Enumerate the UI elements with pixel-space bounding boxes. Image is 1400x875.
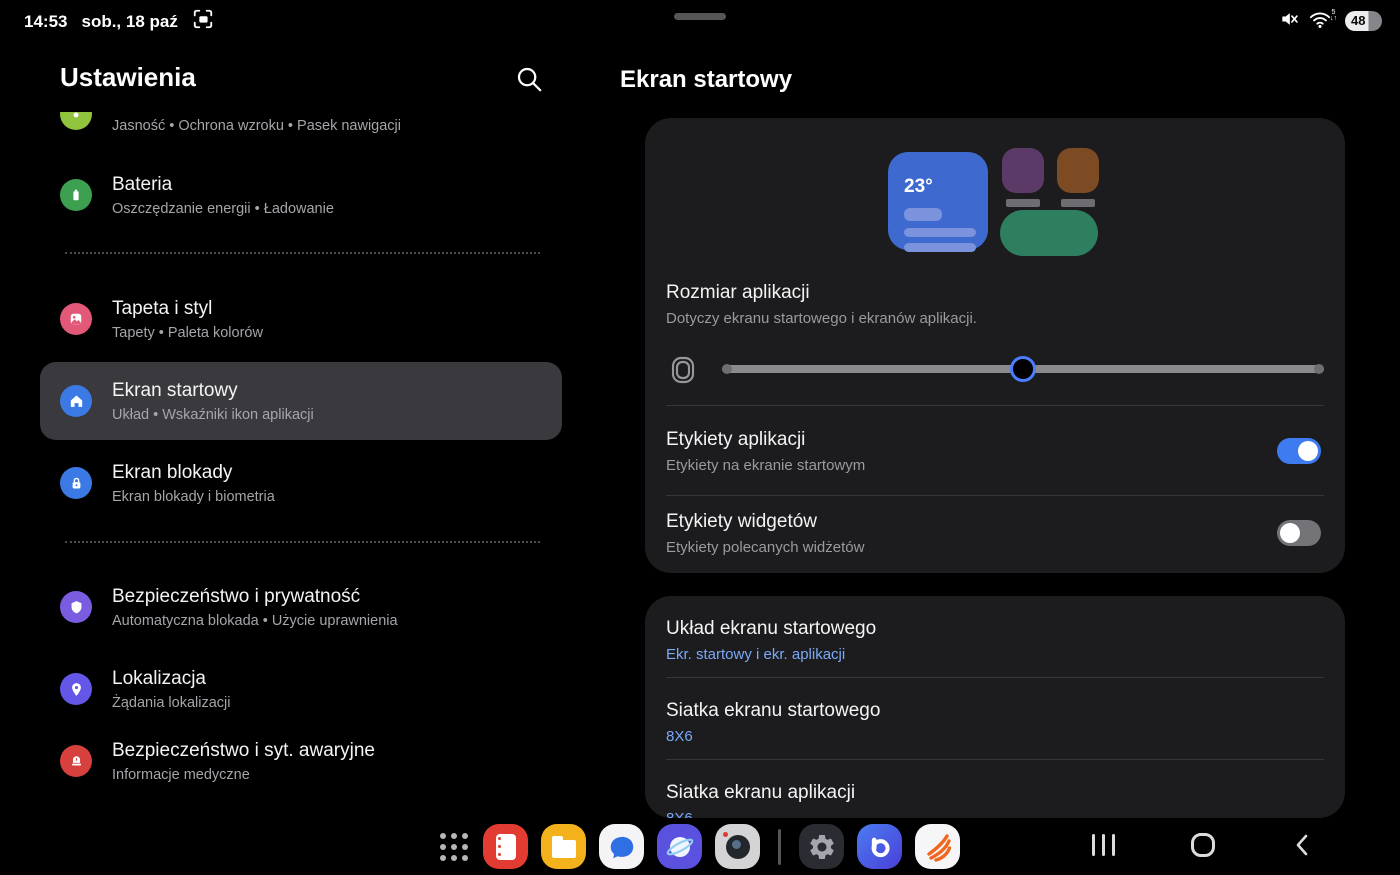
app-labels-subtitle: Etykiety na ekranie startowym [666,457,865,474]
card-divider [666,405,1324,406]
sidebar-item-title: Ekran blokady [112,462,275,484]
sidebar-item-title: Ekran startowy [112,380,314,402]
lock-icon [60,467,92,499]
back-button[interactable] [1291,832,1315,858]
shield-icon [60,591,92,623]
search-button[interactable] [514,64,546,96]
home-icon [60,385,92,417]
display-icon [60,112,92,130]
widget-labels-title: Etykiety widgetów [666,511,817,533]
slider-thumb[interactable] [1010,356,1036,382]
wifi-band-label: 5↓↑ [1330,10,1337,22]
sidebar-item-battery[interactable]: Bateria Oszczędzanie energii • Ładowanie [40,156,562,234]
battery-percent: 48 [1351,13,1365,28]
my-files-icon[interactable] [541,824,586,869]
sidebar-item-subtitle: Ekran blokady i biometria [112,489,275,505]
sidebar-item-title: Lokalizacja [112,668,230,690]
taskbar [438,824,960,869]
app-size-slider[interactable] [722,365,1324,373]
sidebar-item-title: Bateria [112,174,334,196]
app-label-preview [1061,199,1095,207]
recents-button[interactable] [1092,834,1115,856]
sidebar-item-subtitle: Układ • Wskaźniki ikon aplikacji [112,407,314,423]
widget-labels-subtitle: Etykiety polecanych widżetów [666,539,864,556]
pill-widget-preview [1000,210,1098,256]
samsung-notes-icon[interactable] [483,824,528,869]
internet-browser-icon[interactable] [657,824,702,869]
layout-row-title[interactable]: Układ ekranu startowego [666,618,876,640]
layout-settings-card: Układ ekranu startowego Ekr. startowy i … [645,596,1345,818]
status-bar-right: 5↓↑ 48 [1279,8,1382,34]
home-button[interactable] [1191,833,1215,857]
sidebar-item-lock-screen[interactable]: Ekran blokady Ekran blokady i biometria [40,444,562,522]
app-size-icon [667,354,699,386]
app-label-preview [1006,199,1040,207]
settings-app-icon[interactable] [799,824,844,869]
camera-icon[interactable] [715,824,760,869]
search-icon [514,64,544,94]
app-icon-preview [1002,148,1044,193]
screen-capture-icon [192,8,214,35]
battery-indicator: 48 [1345,11,1382,31]
battery-icon [60,179,92,211]
page-title: Ustawienia [60,62,196,93]
layout-row-value[interactable]: 8X6 [666,728,693,745]
bixby-icon[interactable] [857,824,902,869]
sidebar-divider [65,541,540,543]
apps-grid-button[interactable] [438,831,470,863]
sidebar-item-safety-emergency[interactable]: Bezpieczeństwo i syt. awaryjne Informacj… [40,722,562,800]
app-icon-preview [1057,148,1099,193]
status-time: 14:53 [24,12,67,32]
wifi-5-icon: 5↓↑ [1309,9,1335,33]
widget-bar [904,208,942,221]
widget-temperature: 23° [904,176,933,198]
location-icon [60,673,92,705]
layout-row-value[interactable]: 8X6 [666,810,693,818]
layout-row-value[interactable]: Ekr. startowy i ekr. aplikacji [666,646,845,663]
emergency-icon [60,745,92,777]
sidebar-item-title: Bezpieczeństwo i syt. awaryjne [112,740,375,762]
toggle-knob [1280,523,1300,543]
app-labels-title: Etykiety aplikacji [666,429,805,451]
card-divider [666,495,1324,496]
app-labels-toggle[interactable] [1277,438,1321,464]
sidebar-item-title: Bezpieczeństwo i prywatność [112,586,398,608]
widget-bar [904,243,976,252]
detail-page-title: Ekran startowy [620,66,792,94]
sidebar-item-home-screen[interactable]: Ekran startowy Układ • Wskaźniki ikon ap… [40,362,562,440]
sidebar-item-location[interactable]: Lokalizacja Żądania lokalizacji [40,650,562,728]
status-date: sob., 18 paź [81,12,177,32]
weather-widget-preview: 23° [888,152,988,250]
sidebar-item-subtitle[interactable]: Jasność • Ochrona wzroku • Pasek nawigac… [112,118,401,134]
messages-icon[interactable] [599,824,644,869]
card-divider [666,677,1324,678]
sidebar-item-security-privacy[interactable]: Bezpieczeństwo i prywatność Automatyczna… [40,568,562,646]
home-screen-settings-card: 23° Rozmiar aplikacji Dotyczy ekranu sta… [645,118,1345,573]
drag-handle[interactable] [674,13,726,20]
sidebar-item-wallpaper[interactable]: Tapeta i styl Tapety • Paleta kolorów [40,280,562,358]
wallpaper-icon [60,303,92,335]
sidebar-item-subtitle: Automatyczna blokada • Użycie uprawnieni… [112,613,398,629]
widget-bar [904,228,976,237]
widget-labels-toggle[interactable] [1277,520,1321,546]
navigation-bar [1092,832,1315,858]
layout-row-title[interactable]: Siatka ekranu aplikacji [666,782,855,804]
taskbar-divider [778,829,781,865]
toggle-knob [1298,441,1318,461]
tablet-screen: { "status_bar": { "time": "14:53", "date… [0,0,1400,875]
sidebar-item-subtitle: Oszczędzanie energii • Ładowanie [112,201,334,217]
layout-row-title[interactable]: Siatka ekranu startowego [666,700,880,722]
sidebar-item-display-partial[interactable] [60,112,92,131]
sidebar-item-subtitle: Informacje medyczne [112,767,375,783]
app-size-title: Rozmiar aplikacji [666,282,810,304]
sidebar-item-subtitle: Żądania lokalizacji [112,695,230,711]
status-bar-left: 14:53 sob., 18 paź [24,8,214,35]
sidebar-divider [65,252,540,254]
swift-icon[interactable] [915,824,960,869]
card-divider [666,759,1324,760]
mute-icon [1279,9,1299,34]
sidebar-item-title: Tapeta i styl [112,298,263,320]
sidebar-item-subtitle: Tapety • Paleta kolorów [112,325,263,341]
app-size-subtitle: Dotyczy ekranu startowego i ekranów apli… [666,310,977,327]
